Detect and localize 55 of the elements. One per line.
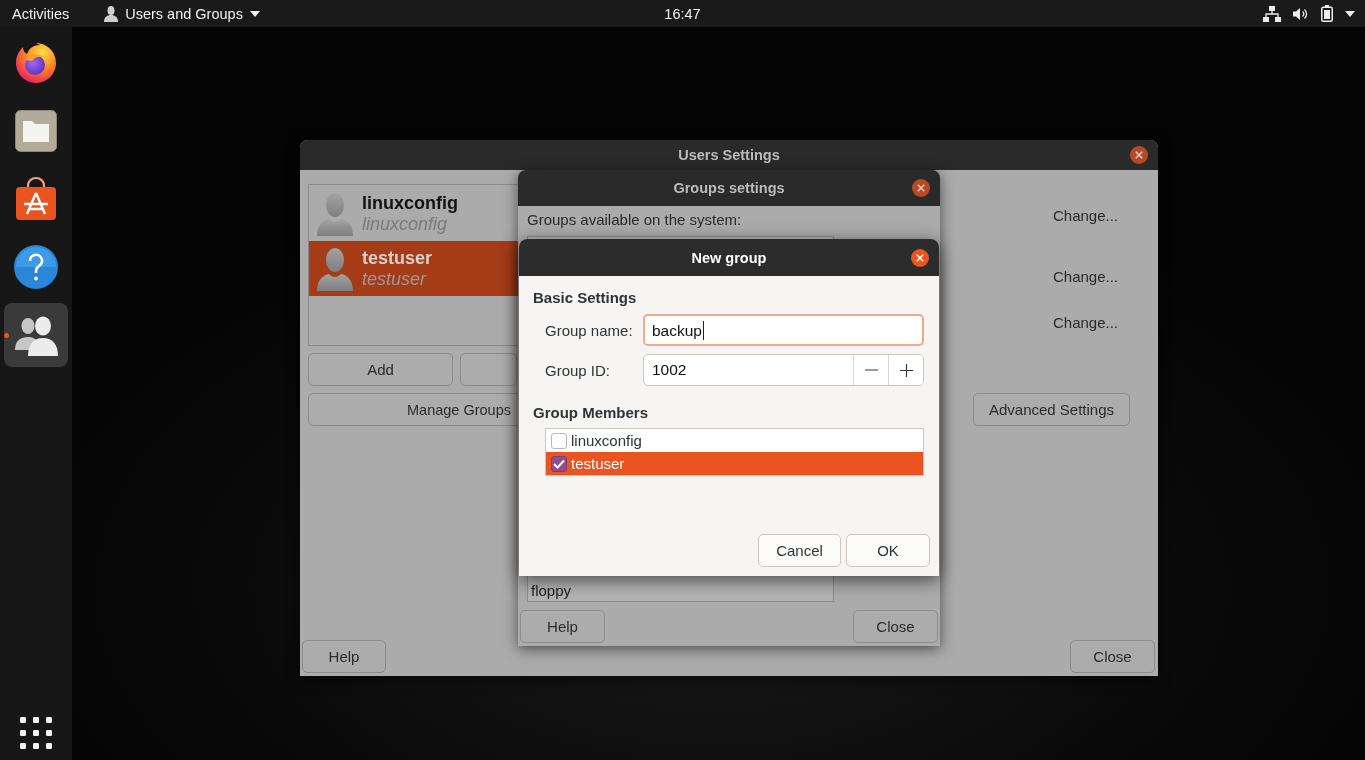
close-window-button[interactable]: Close: [1070, 640, 1155, 673]
help-icon: [12, 243, 60, 291]
groups-label: Groups available on the system:: [527, 210, 743, 230]
minus-icon: [864, 369, 878, 371]
ok-button[interactable]: OK: [846, 534, 930, 567]
app-grid-icon[interactable]: [20, 717, 52, 749]
advanced-settings-button[interactable]: Advanced Settings: [973, 393, 1130, 426]
field-label: Group name:: [545, 321, 634, 339]
person-icon: [104, 5, 119, 22]
group-id-spinbox[interactable]: 1002: [643, 354, 924, 386]
activities-button[interactable]: Activities: [12, 5, 70, 22]
help-button[interactable]: Help: [302, 640, 386, 673]
close-button[interactable]: [911, 248, 929, 267]
avatar-icon: [315, 191, 355, 236]
change-button[interactable]: Change...: [1040, 202, 1130, 230]
user-name: testuser: [362, 247, 433, 269]
avatar-icon: [315, 246, 355, 291]
member-name: testuser: [571, 455, 625, 472]
help-button[interactable]: Help: [520, 610, 605, 643]
group-item[interactable]: floppy: [528, 581, 833, 601]
increment-button[interactable]: [888, 355, 923, 385]
dock-item[interactable]: [4, 303, 68, 367]
close-icon: [917, 184, 925, 192]
caret-icon[interactable]: [1345, 10, 1355, 17]
plus-icon: [899, 363, 913, 377]
window-title: Groups settings: [673, 180, 785, 196]
change-button[interactable]: Change...: [1040, 309, 1130, 337]
window-title: Users Settings: [678, 147, 780, 163]
cancel-button[interactable]: Cancel: [758, 534, 841, 567]
checkbox[interactable]: [551, 455, 567, 472]
app-menu-button[interactable]: Users and Groups: [104, 5, 260, 22]
volume-icon[interactable]: [1293, 6, 1309, 21]
add-button[interactable]: Add: [308, 353, 453, 386]
network-icon[interactable]: [1263, 5, 1281, 22]
caret-icon: [249, 10, 260, 17]
change-button[interactable]: Change...: [1040, 263, 1130, 291]
group-name-field[interactable]: backup: [643, 314, 924, 346]
checkbox[interactable]: [551, 432, 567, 449]
close-window-button[interactable]: Close: [853, 610, 938, 643]
user-login: testuser: [362, 268, 428, 290]
user-action-button[interactable]: [460, 353, 517, 386]
clock[interactable]: 16:47: [664, 5, 701, 22]
member-row[interactable]: linuxconfig: [546, 429, 923, 452]
close-button[interactable]: [1130, 146, 1148, 164]
member-name: linuxconfig: [571, 432, 642, 449]
close-icon: [1135, 151, 1143, 159]
close-button[interactable]: [912, 179, 930, 197]
member-row[interactable]: testuser: [546, 452, 923, 475]
folder-icon: [12, 107, 60, 155]
close-icon: [916, 253, 924, 262]
group-id-field[interactable]: 1002: [644, 355, 853, 385]
dialog-title: New group: [691, 249, 767, 266]
field-label: Group ID:: [545, 361, 612, 379]
battery-icon[interactable]: [1321, 5, 1333, 22]
user-name: linuxconfig: [362, 192, 458, 214]
